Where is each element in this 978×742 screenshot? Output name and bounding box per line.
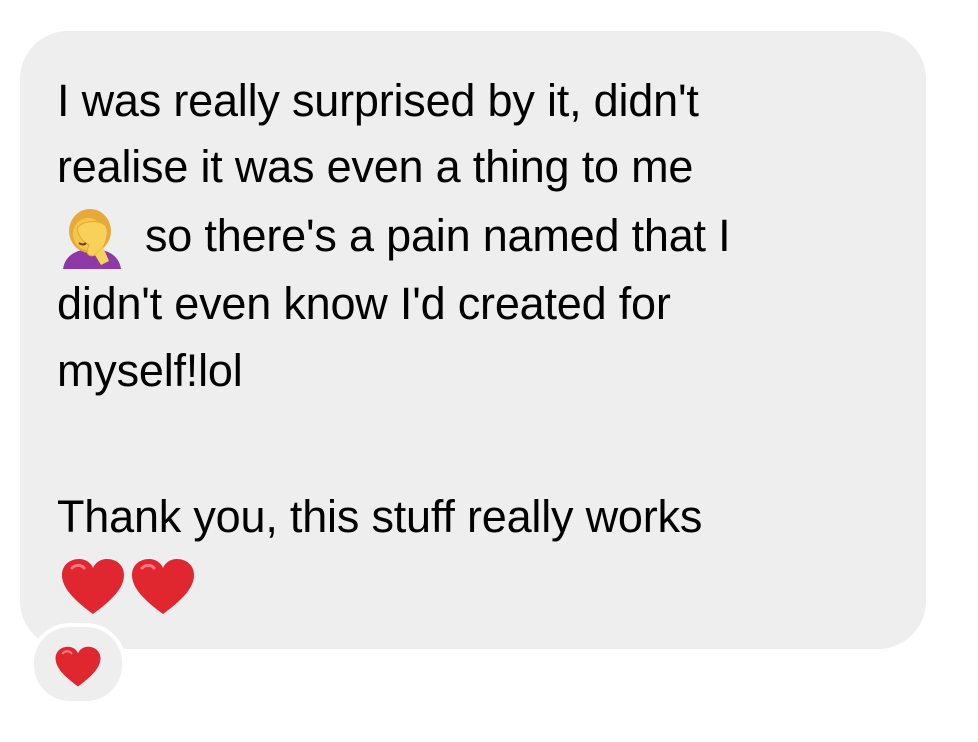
message-line: myself!lol bbox=[57, 345, 243, 396]
message-line: realise it was even a thing to me bbox=[57, 141, 694, 192]
red-heart-emoji-icon bbox=[132, 559, 194, 614]
red-heart-emoji-icon bbox=[55, 646, 101, 687]
message-line: Thank you, this stuff really works bbox=[57, 491, 703, 542]
message-line: so there's a pain named that I bbox=[145, 210, 731, 261]
message-line: didn't even know I'd created for bbox=[57, 278, 671, 329]
face-palm-emoji-icon bbox=[63, 209, 121, 269]
red-heart-emoji-icon bbox=[62, 559, 124, 614]
message-line: I was really surprised by it, didn't bbox=[57, 75, 699, 126]
reaction-badge[interactable] bbox=[30, 623, 126, 705]
